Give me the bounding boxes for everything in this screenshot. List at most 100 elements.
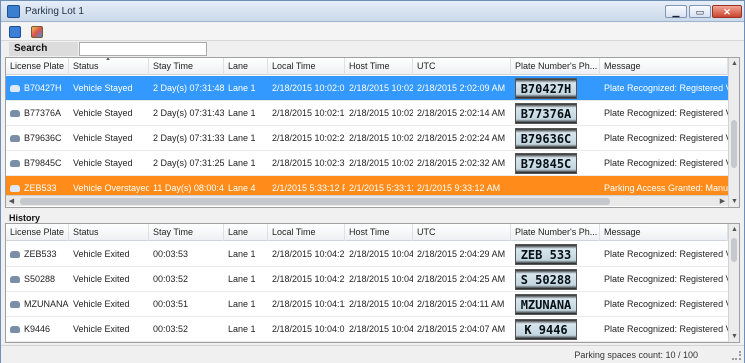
column-header-lane[interactable]: Lane: [224, 224, 268, 241]
scroll-down-icon[interactable]: ▼: [729, 331, 739, 342]
history-vscrollbar[interactable]: ▲ ▼: [728, 224, 739, 342]
scroll-left-icon[interactable]: ◀: [6, 196, 17, 207]
cell-status: Vehicle Exited: [73, 324, 130, 334]
column-header-utc[interactable]: UTC: [413, 224, 511, 241]
cell-local-time: 2/18/2015 10:02:24...: [272, 133, 345, 143]
current-vscrollbar[interactable]: ▲ ▼: [728, 58, 739, 207]
current-vscroll-thumb[interactable]: [731, 120, 737, 168]
cell-stay-time: 00:03:52: [153, 274, 189, 284]
close-button[interactable]: ✕: [712, 5, 742, 18]
cell-stay-time: 2 Day(s) 07:31:48: [153, 83, 224, 93]
cell-stay-time: 2 Day(s) 07:31:25: [153, 158, 224, 168]
refresh-icon[interactable]: [9, 26, 21, 38]
cell-lane: Lane 1: [228, 249, 256, 259]
history-grid: License Plate Status Stay Time Lane Local Ti…: [5, 223, 740, 343]
table-row[interactable]: B79636C Vehicle Stayed 2 Day(s) 07:31:33 La…: [6, 126, 728, 151]
table-row[interactable]: B77376A Vehicle Stayed 2 Day(s) 07:31:43 La…: [6, 101, 728, 126]
cell-lane: Lane 1: [228, 324, 256, 334]
cell-message: Plate Recognized: Registered Vehi: [604, 324, 728, 334]
app-icon: [7, 5, 20, 18]
cell-utc: 2/18/2015 2:04:07 AM: [417, 324, 506, 334]
table-row[interactable]: MZUNANA Vehicle Exited 00:03:51 Lane 1 2/18/…: [6, 292, 728, 317]
settings-icon[interactable]: [31, 26, 43, 38]
column-header-local-time[interactable]: Local Time: [268, 58, 345, 75]
cell-license-plate: S50288: [24, 274, 56, 284]
current-hscroll-thumb[interactable]: [20, 198, 610, 205]
cell-utc: 2/18/2015 2:04:25 AM: [417, 274, 506, 284]
column-header-message[interactable]: Message: [600, 224, 728, 241]
cell-status: Vehicle Exited: [73, 274, 130, 284]
column-header-message[interactable]: Message: [600, 58, 728, 75]
cell-utc: 2/18/2015 2:02:32 AM: [417, 158, 506, 168]
table-row[interactable]: B79845C Vehicle Stayed 2 Day(s) 07:31:25 La…: [6, 151, 728, 176]
toolbar: [1, 23, 744, 41]
search-row: Search: [5, 42, 740, 56]
minimize-button[interactable]: ▁: [665, 5, 687, 18]
cell-lane: Lane 1: [228, 108, 256, 118]
cell-utc: 2/18/2015 2:04:11 AM: [417, 299, 505, 309]
cell-status: Vehicle Exited: [73, 299, 130, 309]
cell-lane: Lane 1: [228, 158, 256, 168]
column-header-stay-time[interactable]: Stay Time: [149, 58, 224, 75]
cell-license-plate: ZEB533: [24, 249, 57, 259]
column-header-utc[interactable]: UTC: [413, 58, 511, 75]
close-icon: ✕: [723, 7, 731, 17]
cell-lane: Lane 1: [228, 83, 256, 93]
cell-host-time: 2/18/2015 10:02:...: [349, 158, 413, 168]
column-header-local-time[interactable]: Local Time: [268, 224, 345, 241]
column-header-license-plate[interactable]: License Plate: [6, 58, 69, 75]
cell-utc: 2/18/2015 2:02:09 AM: [417, 83, 506, 93]
minimize-icon: ▁: [672, 7, 680, 17]
cell-status: Vehicle Stayed: [73, 83, 133, 93]
sort-ascending-icon: ▲: [105, 57, 111, 62]
cell-license-plate: B79636C: [24, 133, 62, 143]
column-header-host-time[interactable]: Host Time: [345, 224, 413, 241]
table-row[interactable]: S50288 Vehicle Exited 00:03:52 Lane 1 2/18/2…: [6, 267, 728, 292]
table-row[interactable]: K9446 Vehicle Exited 00:03:52 Lane 1 2/18/20…: [6, 317, 728, 342]
cell-stay-time: 00:03:53: [153, 249, 189, 259]
scroll-right-icon[interactable]: ▶: [717, 196, 728, 207]
scroll-up-icon[interactable]: ▲: [729, 224, 739, 235]
cell-host-time: 2/18/2015 10:04:...: [349, 249, 413, 259]
cell-local-time: 2/18/2015 10:04:07...: [272, 324, 345, 334]
table-row[interactable]: ZEB533 Vehicle Exited 00:03:53 Lane 1 2/18/2…: [6, 242, 728, 267]
column-header-plate-photo[interactable]: Plate Number's Ph...: [511, 58, 600, 75]
history-vscroll-thumb[interactable]: [731, 238, 737, 262]
app-window: Parking Lot 1 ▁ ▭ ✕ Search License Plate…: [0, 0, 745, 363]
cell-license-plate: K9446: [24, 324, 51, 334]
cell-license-plate: B77376A: [24, 108, 62, 118]
maximize-button[interactable]: ▭: [689, 5, 711, 18]
cell-stay-time: 00:03:51: [153, 299, 189, 309]
column-header-license-plate[interactable]: License Plate: [6, 224, 69, 241]
table-row[interactable]: B70427H Vehicle Stayed 2 Day(s) 07:31:48 La…: [6, 76, 728, 101]
column-header-host-time[interactable]: Host Time: [345, 58, 413, 75]
column-header-stay-time[interactable]: Stay Time: [149, 224, 224, 241]
column-header-status[interactable]: Status: [69, 224, 149, 241]
cell-status: Vehicle Stayed: [73, 158, 133, 168]
cell-license-plate: B70427H: [24, 83, 62, 93]
plate-photo: S 50288: [515, 269, 577, 290]
cell-message: Plate Recognized: Registered Vehi: [604, 83, 728, 93]
resize-grip-icon[interactable]: [732, 351, 741, 360]
maximize-icon: ▭: [695, 7, 705, 17]
plate-photo: K 9446: [515, 319, 577, 340]
column-header-plate-photo[interactable]: Plate Number's Ph...: [511, 224, 600, 241]
cell-host-time: 2/18/2015 10:02:...: [349, 83, 413, 93]
cell-status: Vehicle Stayed: [73, 133, 133, 143]
plate-photo: MZUNANA: [515, 294, 577, 315]
cell-license-plate: B79845C: [24, 158, 62, 168]
cell-utc: 2/18/2015 2:02:24 AM: [417, 133, 506, 143]
cell-message: Plate Recognized: Registered Vehi: [604, 249, 728, 259]
column-header-lane[interactable]: Lane: [224, 58, 268, 75]
current-grid-header: License Plate Status Stay Time Lane Local Ti…: [6, 58, 728, 75]
scroll-up-icon[interactable]: ▲: [729, 58, 739, 69]
search-input[interactable]: [79, 42, 207, 56]
cell-host-time: 2/18/2015 10:04:...: [349, 324, 413, 334]
cell-status: Vehicle Exited: [73, 249, 130, 259]
cell-local-time: 2/18/2015 10:02:09...: [272, 83, 345, 93]
current-hscrollbar[interactable]: ◀ ▶: [6, 195, 728, 206]
history-grid-header: License Plate Status Stay Time Lane Local Ti…: [6, 224, 728, 241]
scroll-down-icon[interactable]: ▼: [729, 196, 739, 207]
cell-stay-time: 00:03:52: [153, 324, 189, 334]
cell-message: Plate Recognized: Registered Vehi: [604, 299, 728, 309]
